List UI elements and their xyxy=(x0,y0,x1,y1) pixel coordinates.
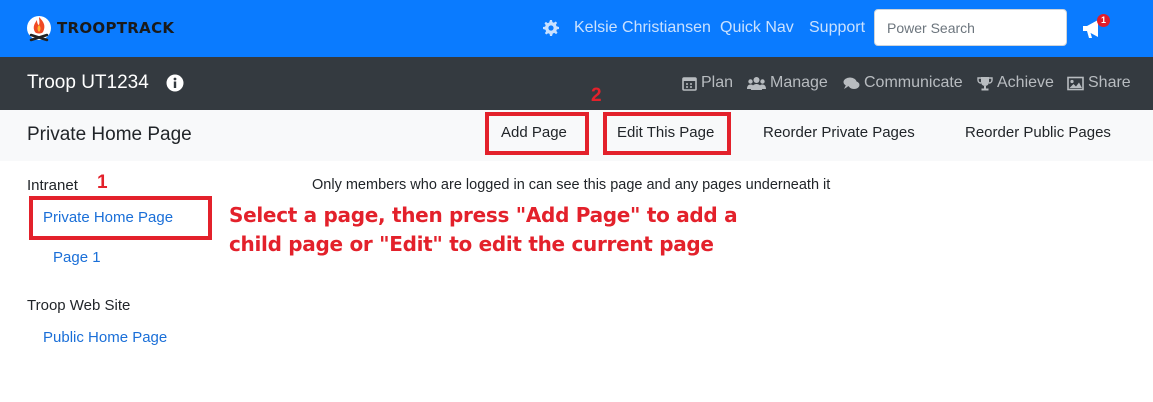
edit-page-button[interactable]: Edit This Page xyxy=(617,124,714,141)
instruction-line-2: child page or "Edit" to edit the current… xyxy=(229,232,714,256)
instruction-annotation: Select a page, then press "Add Page" to … xyxy=(229,201,738,259)
nav-manage[interactable]: Manage xyxy=(747,74,828,92)
reorder-public-pages-button[interactable]: Reorder Public Pages xyxy=(965,124,1111,141)
add-page-button[interactable]: Add Page xyxy=(501,124,567,141)
campfire-logo-icon xyxy=(26,13,52,43)
brand-logo[interactable]: TROOPTRACK xyxy=(26,13,174,43)
gear-icon[interactable] xyxy=(543,20,559,36)
calendar-icon xyxy=(682,76,697,91)
quick-nav-link[interactable]: Quick Nav xyxy=(720,19,794,37)
troop-name[interactable]: Troop UT1234 xyxy=(27,72,149,94)
nav-manage-label: Manage xyxy=(770,74,828,91)
info-icon[interactable] xyxy=(166,74,184,92)
visibility-notice: Only members who are logged in can see t… xyxy=(312,177,831,193)
nav-communicate-label: Communicate xyxy=(864,74,963,91)
annotation-step-2: 2 xyxy=(591,85,602,106)
nav-share[interactable]: Share xyxy=(1067,74,1131,92)
nav-communicate[interactable]: Communicate xyxy=(843,74,963,92)
brand-name: TROOPTRACK xyxy=(57,19,175,37)
power-search-input[interactable] xyxy=(874,9,1067,46)
nav-plan[interactable]: Plan xyxy=(682,74,733,92)
nav-share-label: Share xyxy=(1088,74,1131,91)
comments-icon xyxy=(843,77,860,89)
users-icon xyxy=(747,76,766,90)
user-menu-link[interactable]: Kelsie Christiansen xyxy=(574,19,711,37)
intranet-section-label: Intranet xyxy=(27,177,78,194)
page-title: Private Home Page xyxy=(27,124,192,145)
sidebar-item-private-home-page[interactable]: Private Home Page xyxy=(43,209,173,226)
notification-badge: 1 xyxy=(1097,14,1110,27)
nav-achieve[interactable]: Achieve xyxy=(977,74,1054,92)
trophy-icon xyxy=(977,76,993,90)
reorder-private-pages-button[interactable]: Reorder Private Pages xyxy=(763,124,915,141)
nav-plan-label: Plan xyxy=(701,74,734,91)
image-icon xyxy=(1067,76,1084,90)
sidebar-item-page-1[interactable]: Page 1 xyxy=(53,249,101,266)
annotation-step-1: 1 xyxy=(97,172,108,193)
troop-web-site-section-label: Troop Web Site xyxy=(27,297,131,314)
sidebar-item-public-home-page[interactable]: Public Home Page xyxy=(43,329,167,346)
instruction-line-1: Select a page, then press "Add Page" to … xyxy=(229,203,738,227)
support-link[interactable]: Support xyxy=(809,19,865,37)
nav-achieve-label: Achieve xyxy=(997,74,1054,91)
